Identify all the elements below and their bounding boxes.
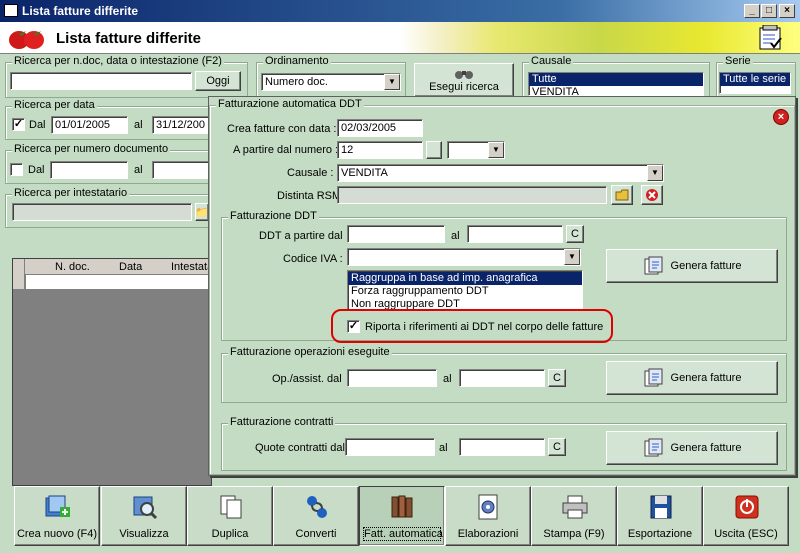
documents-grid[interactable]: N. doc. Data Intestata: [12, 258, 213, 486]
grid-col-data[interactable]: Data: [119, 261, 142, 273]
ordering-dropdown-icon[interactable]: ▼: [384, 74, 400, 90]
create-new-icon: [45, 495, 70, 517]
floppy-disk-icon: [650, 495, 672, 519]
today-button[interactable]: Oggi: [195, 71, 241, 91]
causale-select[interactable]: VENDITA: [337, 164, 664, 182]
generate-contracts-invoices-button[interactable]: Genera fatture: [606, 431, 778, 465]
close-window-button[interactable]: ×: [779, 4, 795, 18]
number-to-input[interactable]: [152, 161, 210, 179]
causale-dropdown-icon[interactable]: ▼: [647, 165, 663, 181]
serie-item-all[interactable]: Tutte le serie: [720, 73, 790, 86]
close-dialog-icon[interactable]: ×: [773, 109, 789, 125]
ops-to-input[interactable]: [459, 369, 545, 387]
auto-invoice-dialog: Fatturazione automatica DDT × Crea fattu…: [208, 96, 796, 476]
window-title: Lista fatture differite: [22, 4, 139, 18]
search-main-input[interactable]: [10, 72, 192, 90]
generate-invoice-icon: [644, 256, 663, 275]
date-to-input[interactable]: 31/12/200: [152, 116, 210, 134]
execute-search-button[interactable]: Esegui ricerca: [414, 63, 514, 97]
grouping-options-list[interactable]: Raggruppa in base ad imp. anagrafica For…: [347, 270, 583, 310]
generate-ddt-invoices-button[interactable]: Genera fatture: [606, 249, 778, 283]
checklist-icon[interactable]: [757, 25, 785, 51]
convert-button[interactable]: Converti: [273, 486, 359, 546]
ordering-select[interactable]: Numero doc.: [261, 73, 401, 91]
distinta-folder-icon[interactable]: [611, 185, 633, 205]
printer-icon: [562, 495, 588, 519]
create-date-input[interactable]: 02/03/2005: [337, 119, 423, 137]
owner-folder-icon[interactable]: 📁: [195, 203, 209, 221]
iva-dropdown-icon[interactable]: ▼: [564, 249, 580, 265]
ddt-from-input[interactable]: [347, 225, 445, 243]
distinta-input[interactable]: [337, 186, 607, 204]
duplicate-button[interactable]: Duplica: [187, 486, 273, 546]
view-button[interactable]: Visualizza: [101, 486, 187, 546]
power-icon: [735, 495, 759, 519]
app-icon: [4, 4, 18, 17]
exit-button[interactable]: Uscita (ESC): [703, 486, 789, 546]
minimize-button[interactable]: _: [744, 4, 760, 18]
generate-invoice-icon: [644, 368, 663, 387]
ddt-to-input[interactable]: [467, 225, 563, 243]
maximize-button[interactable]: □: [761, 4, 777, 18]
view-icon: [133, 496, 158, 520]
start-number-input[interactable]: 12: [337, 141, 423, 159]
grouping-option-by-registry[interactable]: Raggruppa in base ad imp. anagrafica: [348, 272, 582, 285]
elaborations-button[interactable]: Elaborazioni: [445, 486, 531, 546]
grouping-option-force[interactable]: Forza raggruppamento DDT: [348, 285, 582, 298]
number-from-input[interactable]: [50, 161, 128, 179]
distinta-clear-icon[interactable]: [641, 185, 663, 205]
generate-ops-invoices-button[interactable]: Genera fatture: [606, 361, 778, 395]
table-row[interactable]: [26, 275, 212, 289]
search-number-checkbox[interactable]: [10, 163, 23, 176]
serie-list[interactable]: Tutte le serie: [719, 72, 791, 94]
export-button[interactable]: Esportazione: [617, 486, 703, 546]
iva-code-select[interactable]: [347, 248, 581, 266]
contracts-from-input[interactable]: [345, 438, 435, 456]
auto-invoice-icon: [391, 495, 413, 518]
page-title: Lista fatture differite: [56, 30, 202, 47]
auto-invoice-button[interactable]: Fatt. automatica: [359, 486, 445, 546]
causale-item-vendita[interactable]: VENDITA: [529, 86, 703, 95]
dialog-title: Fatturazione automatica DDT: [216, 98, 364, 110]
ops-clear-button[interactable]: C: [548, 369, 566, 387]
create-new-button[interactable]: Crea nuovo (F4): [14, 486, 100, 546]
convert-icon: [307, 496, 327, 518]
series-dropdown-icon[interactable]: ▼: [488, 142, 504, 158]
duplicate-icon: [220, 495, 242, 519]
window-title-bar[interactable]: Lista fatture differite _ □ ×: [0, 0, 800, 22]
print-button[interactable]: Stampa (F9): [531, 486, 617, 546]
causale-item-tutte[interactable]: Tutte: [529, 73, 703, 86]
ops-from-input[interactable]: [347, 369, 437, 387]
start-number-button[interactable]: [426, 141, 442, 159]
elaborations-icon: [478, 494, 498, 520]
contracts-to-input[interactable]: [459, 438, 545, 456]
strawberry-logo-icon: [9, 31, 44, 49]
owner-input[interactable]: [12, 203, 192, 221]
grid-col-intestata[interactable]: Intestata: [171, 261, 213, 273]
date-from-input[interactable]: 01/01/2005: [51, 116, 128, 134]
ddt-clear-button[interactable]: C: [566, 225, 584, 243]
binoculars-icon: [455, 70, 473, 79]
highlight-box: [331, 309, 613, 343]
page-header: Lista fatture differite: [0, 22, 800, 54]
grid-col-ndoc[interactable]: N. doc.: [55, 261, 90, 273]
causale-list[interactable]: Tutte VENDITA: [528, 72, 704, 96]
generate-invoice-icon: [644, 438, 663, 457]
search-date-checkbox[interactable]: ✓: [12, 118, 25, 131]
contracts-clear-button[interactable]: C: [548, 438, 566, 456]
